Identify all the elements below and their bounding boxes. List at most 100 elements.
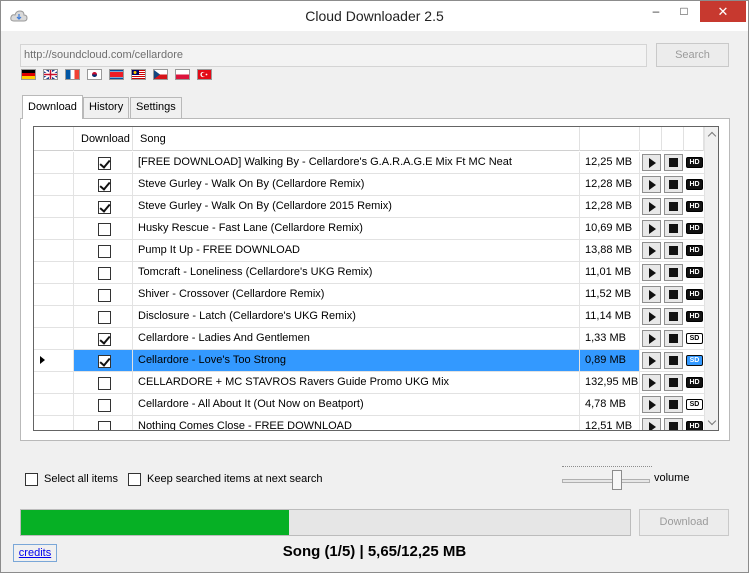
play-icon[interactable] bbox=[642, 308, 661, 325]
slider-track[interactable] bbox=[562, 479, 650, 483]
download-checkbox[interactable] bbox=[98, 223, 111, 236]
keep-searched-checkbox[interactable]: Keep searched items at next search bbox=[128, 472, 322, 488]
table-row[interactable]: Nothing Comes Close - FREE DOWNLOAD 12,51… bbox=[34, 416, 704, 430]
download-checkbox[interactable] bbox=[98, 377, 111, 390]
table-row[interactable]: Steve Gurley - Walk On By (Cellardore 20… bbox=[34, 196, 704, 218]
download-checkbox[interactable] bbox=[98, 289, 111, 302]
download-cell[interactable] bbox=[74, 218, 133, 239]
row-header[interactable] bbox=[34, 196, 74, 217]
download-checkbox[interactable] bbox=[98, 399, 111, 412]
row-header[interactable] bbox=[34, 328, 74, 349]
row-header[interactable] bbox=[34, 350, 74, 371]
row-header[interactable] bbox=[34, 152, 74, 173]
maximize-button[interactable]: □ bbox=[671, 1, 697, 22]
download-checkbox[interactable] bbox=[98, 311, 111, 324]
stop-icon[interactable] bbox=[664, 264, 683, 281]
row-header[interactable] bbox=[34, 240, 74, 261]
download-cell[interactable] bbox=[74, 174, 133, 195]
stop-icon[interactable] bbox=[664, 220, 683, 237]
download-cell[interactable] bbox=[74, 328, 133, 349]
flag-fr-icon[interactable] bbox=[65, 69, 80, 80]
play-icon[interactable] bbox=[642, 352, 661, 369]
tab-download[interactable]: Download bbox=[22, 95, 83, 119]
download-column-header[interactable]: Download bbox=[74, 127, 133, 151]
scroll-up-icon[interactable] bbox=[707, 131, 717, 141]
table-row[interactable]: Cellardore - Ladies And Gentlemen 1,33 MB… bbox=[34, 328, 704, 350]
stop-icon[interactable] bbox=[664, 418, 683, 430]
download-checkbox[interactable] bbox=[98, 333, 111, 346]
row-header[interactable] bbox=[34, 284, 74, 305]
table-row[interactable]: Pump It Up - FREE DOWNLOAD 13,88 MB HD bbox=[34, 240, 704, 262]
play-icon[interactable] bbox=[642, 418, 661, 430]
play-icon[interactable] bbox=[642, 242, 661, 259]
download-checkbox[interactable] bbox=[98, 267, 111, 280]
song-column-header[interactable]: Song bbox=[133, 127, 580, 151]
download-button[interactable]: Download bbox=[639, 509, 729, 536]
table-row[interactable]: [FREE DOWNLOAD] Walking By - Cellardore'… bbox=[34, 152, 704, 174]
tab-history[interactable]: History bbox=[83, 97, 130, 118]
tab-settings[interactable]: Settings bbox=[130, 97, 182, 118]
download-checkbox[interactable] bbox=[98, 245, 111, 258]
download-checkbox[interactable] bbox=[98, 421, 111, 430]
download-checkbox[interactable] bbox=[98, 157, 111, 170]
select-all-checkbox[interactable]: Select all items bbox=[25, 472, 118, 488]
row-header[interactable] bbox=[34, 218, 74, 239]
download-cell[interactable] bbox=[74, 416, 133, 430]
stop-icon[interactable] bbox=[664, 352, 683, 369]
flag-kp-icon[interactable] bbox=[109, 69, 124, 80]
search-button[interactable]: Search bbox=[656, 43, 729, 67]
volume-slider[interactable] bbox=[562, 466, 652, 492]
play-icon[interactable] bbox=[642, 330, 661, 347]
flag-pl-icon[interactable] bbox=[175, 69, 190, 80]
table-scrollbar[interactable] bbox=[704, 127, 718, 430]
stop-icon[interactable] bbox=[664, 176, 683, 193]
download-checkbox[interactable] bbox=[98, 355, 111, 368]
download-cell[interactable] bbox=[74, 240, 133, 261]
download-cell[interactable] bbox=[74, 394, 133, 415]
download-cell[interactable] bbox=[74, 372, 133, 393]
scroll-down-icon[interactable] bbox=[707, 416, 717, 426]
row-header[interactable] bbox=[34, 174, 74, 195]
row-header[interactable] bbox=[34, 262, 74, 283]
download-cell[interactable] bbox=[74, 196, 133, 217]
table-row[interactable]: Steve Gurley - Walk On By (Cellardore Re… bbox=[34, 174, 704, 196]
flag-kr-icon[interactable] bbox=[87, 69, 102, 80]
table-row[interactable]: Cellardore - Love's Too Strong 0,89 MB SD bbox=[34, 350, 704, 372]
table-row[interactable]: Husky Rescue - Fast Lane (Cellardore Rem… bbox=[34, 218, 704, 240]
stop-icon[interactable] bbox=[664, 330, 683, 347]
url-input[interactable]: http://soundcloud.com/cellardore bbox=[20, 44, 647, 67]
play-icon[interactable] bbox=[642, 220, 661, 237]
play-icon[interactable] bbox=[642, 374, 661, 391]
keep-searched-box[interactable] bbox=[128, 473, 141, 486]
row-header[interactable] bbox=[34, 306, 74, 327]
flag-cz-icon[interactable] bbox=[153, 69, 168, 80]
stop-icon[interactable] bbox=[664, 374, 683, 391]
download-cell[interactable] bbox=[74, 306, 133, 327]
play-icon[interactable] bbox=[642, 286, 661, 303]
download-cell[interactable] bbox=[74, 350, 133, 371]
select-all-box[interactable] bbox=[25, 473, 38, 486]
play-icon[interactable] bbox=[642, 396, 661, 413]
download-checkbox[interactable] bbox=[98, 179, 111, 192]
slider-thumb[interactable] bbox=[612, 470, 622, 490]
flag-tr-icon[interactable] bbox=[197, 69, 212, 80]
table-row[interactable]: Tomcraft - Loneliness (Cellardore's UKG … bbox=[34, 262, 704, 284]
download-cell[interactable] bbox=[74, 284, 133, 305]
flag-en-icon[interactable] bbox=[43, 69, 58, 80]
stop-icon[interactable] bbox=[664, 396, 683, 413]
play-icon[interactable] bbox=[642, 176, 661, 193]
table-row[interactable]: Disclosure - Latch (Cellardore's UKG Rem… bbox=[34, 306, 704, 328]
play-icon[interactable] bbox=[642, 264, 661, 281]
row-header[interactable] bbox=[34, 394, 74, 415]
table-row[interactable]: Shiver - Crossover (Cellardore Remix) 11,… bbox=[34, 284, 704, 306]
download-checkbox[interactable] bbox=[98, 201, 111, 214]
row-header[interactable] bbox=[34, 416, 74, 430]
stop-icon[interactable] bbox=[664, 242, 683, 259]
stop-icon[interactable] bbox=[664, 154, 683, 171]
flag-de-icon[interactable] bbox=[21, 69, 36, 80]
minimize-button[interactable]: – bbox=[643, 1, 669, 22]
table-row[interactable]: CELLARDORE + MC STAVROS Ravers Guide Pro… bbox=[34, 372, 704, 394]
stop-icon[interactable] bbox=[664, 286, 683, 303]
play-icon[interactable] bbox=[642, 154, 661, 171]
table-row[interactable]: Cellardore - All About It (Out Now on Be… bbox=[34, 394, 704, 416]
